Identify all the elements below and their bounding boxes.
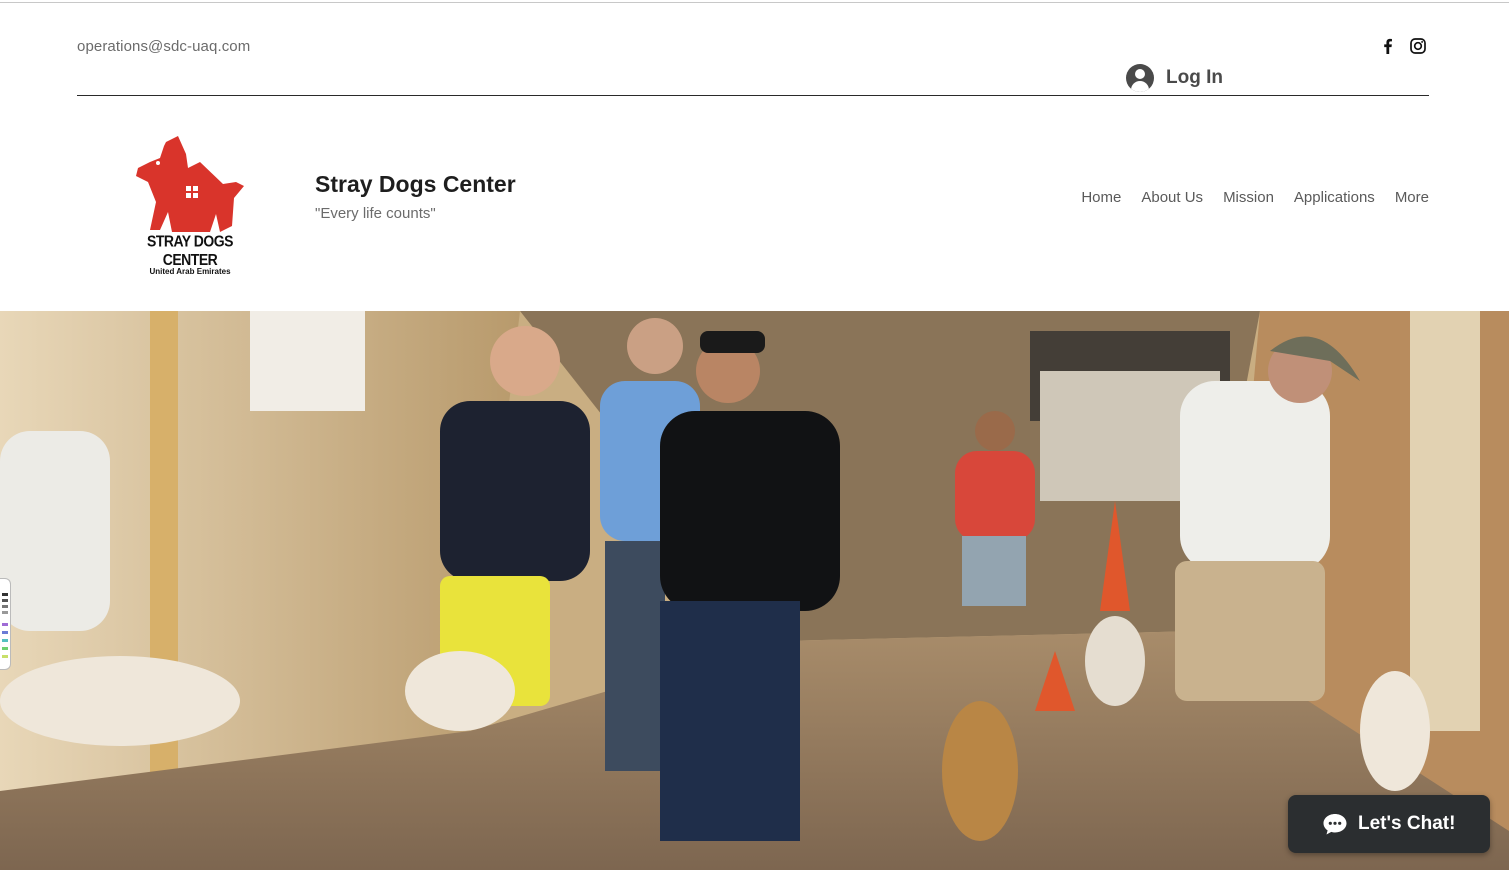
swatch (2, 599, 8, 602)
logo-line1: STRAY DOGS CENTER (146, 231, 234, 269)
site-tagline: "Every life counts" (315, 205, 436, 222)
swatch (2, 639, 8, 642)
chat-label: Let's Chat! (1358, 813, 1456, 834)
nav-item-more[interactable]: More (1395, 189, 1429, 206)
swatch (2, 611, 8, 614)
login-label: Log In (1166, 67, 1223, 88)
nav-item-mission[interactable]: Mission (1223, 189, 1274, 206)
nav-item-applications[interactable]: Applications (1294, 189, 1375, 206)
swatch (2, 593, 8, 596)
nav-item-home[interactable]: Home (1081, 189, 1121, 206)
swatch (2, 605, 8, 608)
swatch (2, 623, 8, 626)
top-border (0, 2, 1509, 3)
contact-email[interactable]: operations@sdc-uaq.com (77, 38, 250, 55)
swatch (2, 631, 8, 634)
swatch (2, 647, 8, 650)
hero-photo-illustration (0, 311, 1509, 870)
side-color-widget[interactable] (0, 578, 11, 670)
chat-bubble-icon (1323, 814, 1347, 835)
login-button[interactable]: Log In (1126, 64, 1223, 92)
hero-image (0, 311, 1509, 870)
nav-item-about-us[interactable]: About Us (1141, 189, 1203, 206)
instagram-icon[interactable] (1409, 37, 1427, 55)
facebook-icon[interactable] (1379, 37, 1397, 55)
header-divider (77, 95, 1429, 96)
chat-button[interactable]: Let's Chat! (1288, 795, 1490, 853)
main-nav: Home About Us Mission Applications More (1081, 189, 1429, 206)
site-title[interactable]: Stray Dogs Center (315, 171, 516, 198)
swatch (2, 655, 8, 658)
social-links (1379, 37, 1427, 55)
user-avatar-icon (1126, 64, 1154, 92)
logo-wordmark: STRAY DOGS CENTER United Arab Emirates (124, 231, 256, 276)
